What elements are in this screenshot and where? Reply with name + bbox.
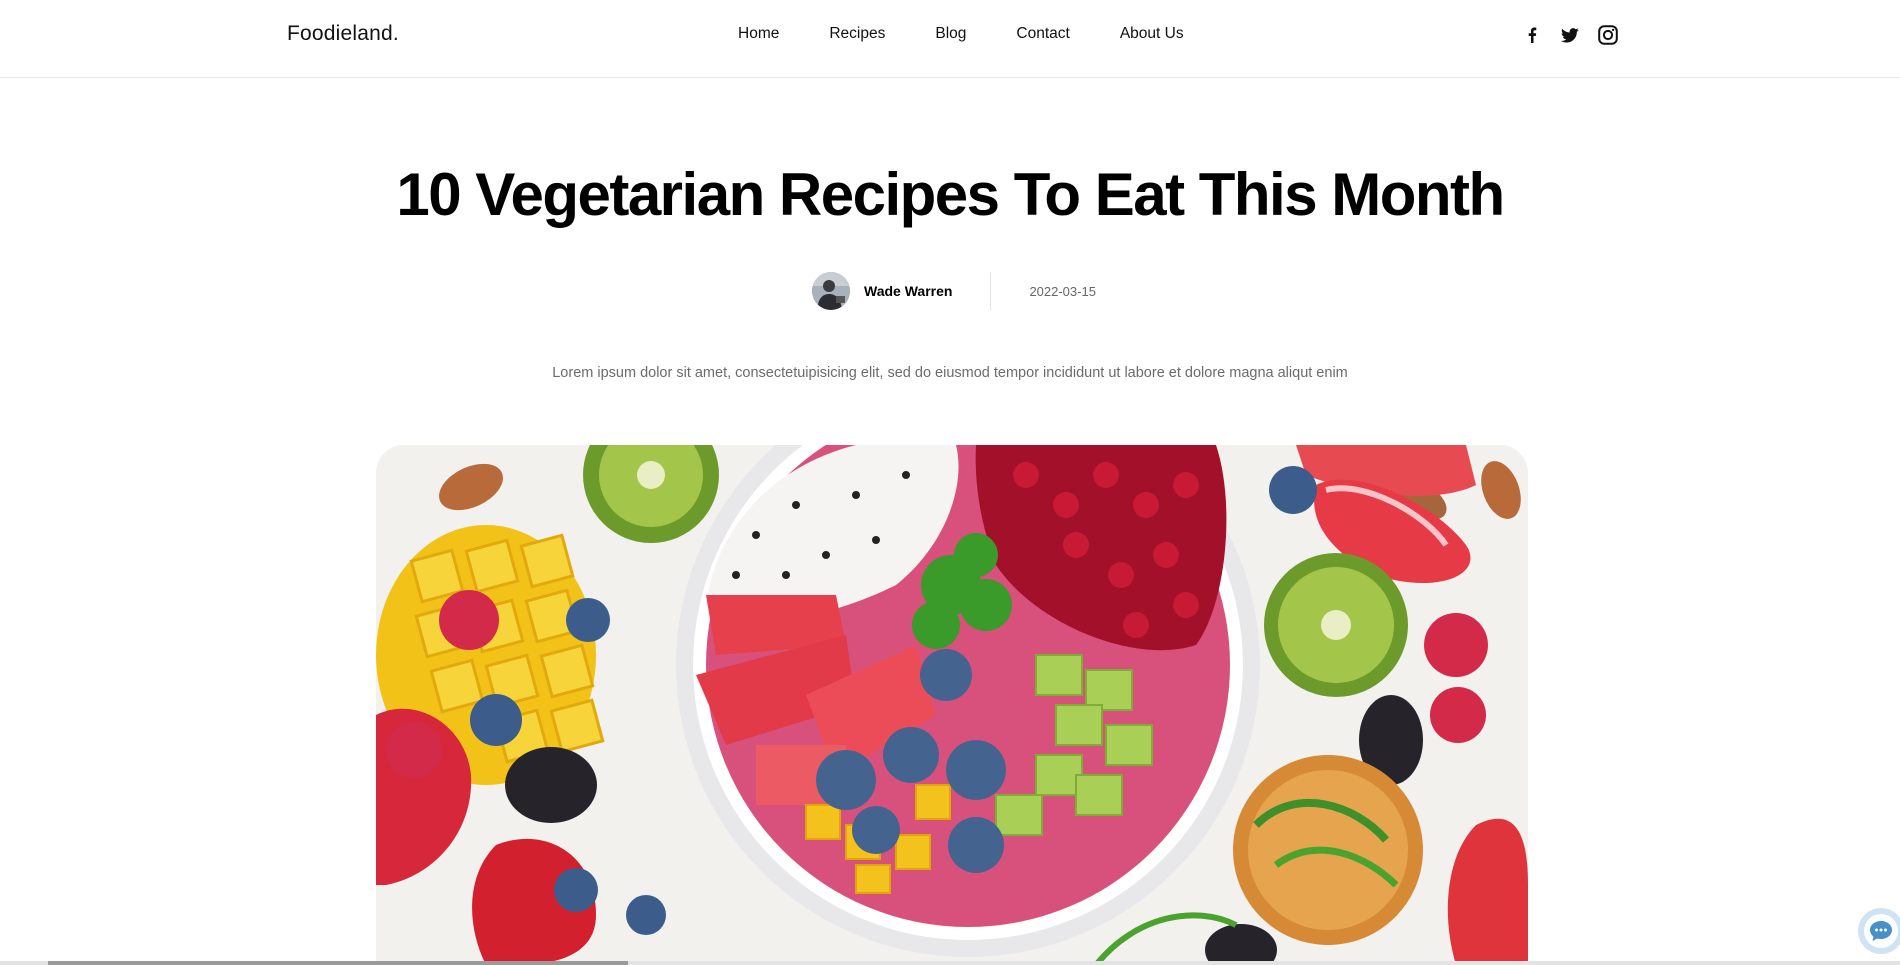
twitter-icon[interactable] bbox=[1558, 23, 1582, 47]
facebook-icon[interactable] bbox=[1520, 23, 1544, 47]
nav-blog[interactable]: Blog bbox=[935, 25, 966, 43]
site-logo[interactable]: Foodieland. bbox=[287, 22, 399, 46]
social-links bbox=[1520, 23, 1634, 47]
hero-image bbox=[376, 445, 1528, 965]
nav-about-us[interactable]: About Us bbox=[1120, 25, 1184, 43]
main-nav: Home Recipes Blog Contact About Us bbox=[738, 25, 1234, 43]
nav-contact[interactable]: Contact bbox=[1016, 25, 1069, 43]
author-avatar bbox=[812, 272, 850, 310]
chat-widget-button[interactable] bbox=[1858, 908, 1900, 954]
publish-date: 2022-03-15 bbox=[1029, 283, 1096, 299]
chat-bubble-icon bbox=[1864, 914, 1898, 948]
site-header: Foodieland. Home Recipes Blog Contact Ab… bbox=[0, 0, 1900, 78]
instagram-icon[interactable] bbox=[1596, 23, 1620, 47]
horizontal-scrollbar[interactable] bbox=[0, 961, 1900, 965]
article-description: Lorem ipsum dolor sit amet, consectetuip… bbox=[552, 365, 1348, 381]
scrollbar-thumb[interactable] bbox=[48, 961, 628, 965]
nav-home[interactable]: Home bbox=[738, 25, 779, 43]
article-title: 10 Vegetarian Recipes To Eat This Month bbox=[396, 161, 1505, 228]
author-name[interactable]: Wade Warren bbox=[864, 283, 952, 299]
nav-recipes[interactable]: Recipes bbox=[829, 25, 885, 43]
meta-divider bbox=[990, 272, 992, 310]
article-meta: Wade Warren 2022-03-15 bbox=[812, 272, 1096, 310]
